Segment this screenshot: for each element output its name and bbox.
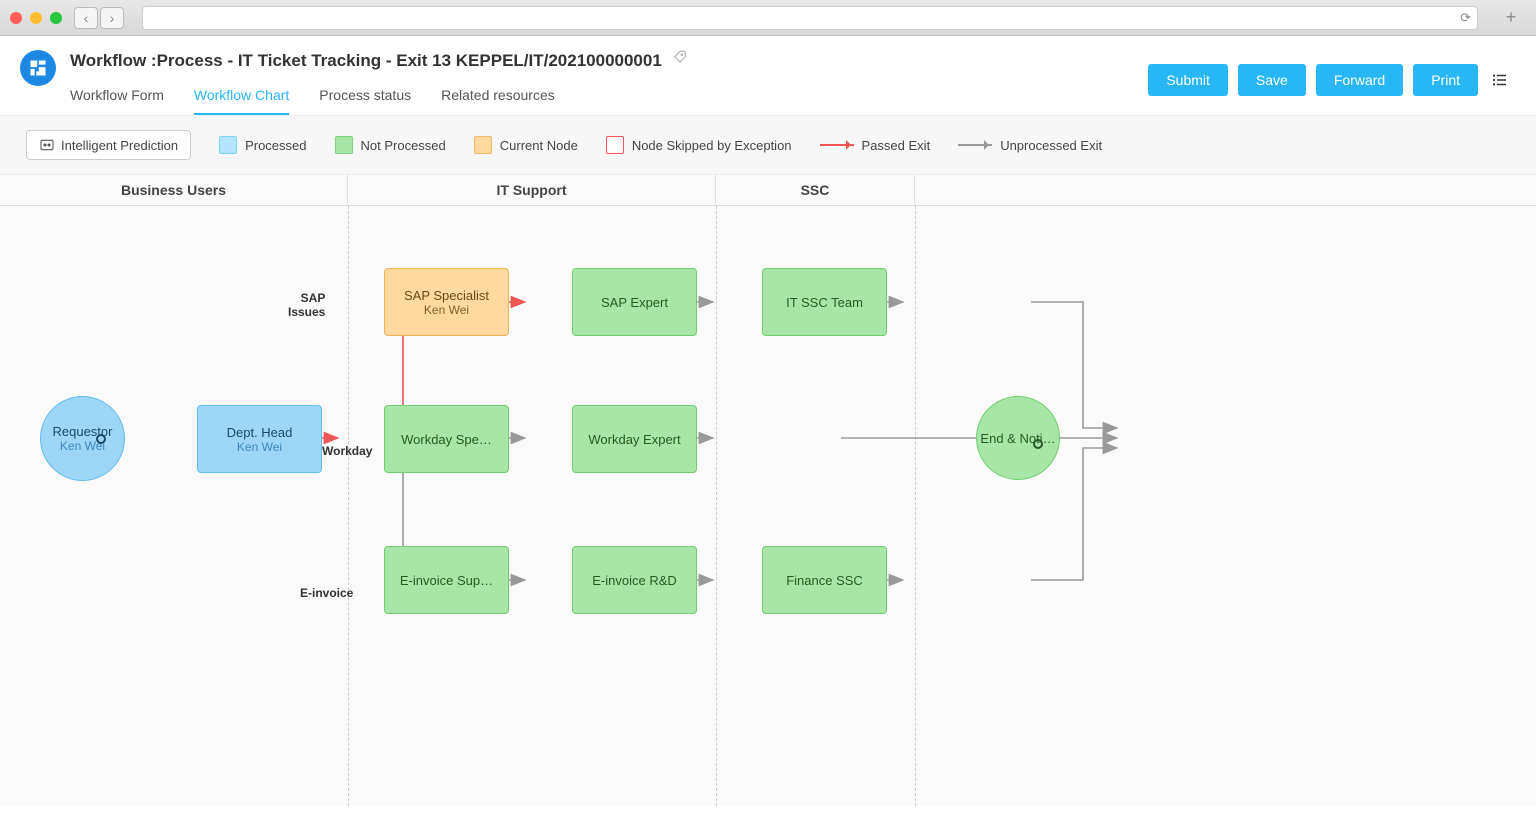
lane-business-users: Business Users [0, 175, 348, 205]
node-sap-expert[interactable]: SAP Expert [572, 268, 697, 336]
node-finance-ssc[interactable]: Finance SSC [762, 546, 887, 614]
start-indicator-icon [96, 434, 106, 444]
node-einvoice-rd[interactable]: E-invoice R&D [572, 546, 697, 614]
node-label: SAP Expert [601, 295, 668, 310]
app-logo [20, 50, 56, 86]
swatch-current [474, 136, 492, 154]
node-sap-specialist[interactable]: SAP Specialist Ken Wei [384, 268, 509, 336]
node-label: IT SSC Team [786, 295, 863, 310]
tab-process-status[interactable]: Process status [319, 81, 411, 115]
tab-related-resources[interactable]: Related resources [441, 81, 555, 115]
legend-bar: Intelligent Prediction Processed Not Pro… [0, 116, 1536, 175]
node-label: SAP Specialist [404, 288, 489, 303]
legend-not-processed: Not Processed [335, 136, 446, 154]
browser-chrome: ‹ › ⟳ + [0, 0, 1536, 36]
edge-label-einvoice: E-invoice [300, 586, 353, 600]
tabs: Workflow Form Workflow Chart Process sta… [70, 81, 1148, 115]
prediction-icon [39, 137, 55, 153]
list-view-icon[interactable] [1488, 68, 1512, 92]
node-label: End & Noti… [980, 431, 1055, 446]
lane-it-support: IT Support [348, 175, 716, 205]
submit-button[interactable]: Submit [1148, 64, 1228, 96]
close-window-dot[interactable] [10, 12, 22, 24]
tab-workflow-chart[interactable]: Workflow Chart [194, 81, 289, 115]
minimize-window-dot[interactable] [30, 12, 42, 24]
node-it-ssc[interactable]: IT SSC Team [762, 268, 887, 336]
header-actions: Submit Save Forward Print [1148, 64, 1512, 96]
print-button[interactable]: Print [1413, 64, 1478, 96]
lane-divider [348, 206, 349, 806]
legend-passed-exit: Passed Exit [820, 138, 931, 153]
node-dept-head[interactable]: Dept. Head Ken Wei [197, 405, 322, 473]
swatch-processed [219, 136, 237, 154]
edge-label-sap: SAP Issues [288, 291, 325, 319]
legend-unprocessed-exit: Unprocessed Exit [958, 138, 1102, 153]
new-tab-button[interactable]: + [1496, 7, 1526, 28]
node-workday-expert[interactable]: Workday Expert [572, 405, 697, 473]
legend-current: Current Node [474, 136, 578, 154]
node-label: E-invoice R&D [592, 573, 677, 588]
swimlane-header: Business Users IT Support SSC [0, 175, 1536, 206]
edge-label-workday: Workday [322, 444, 372, 458]
lane-ssc: SSC [716, 175, 915, 205]
node-label: Dept. Head [227, 425, 293, 440]
lane-divider [915, 206, 916, 806]
end-indicator-icon [1033, 439, 1043, 449]
app-header: Workflow :Process - IT Ticket Tracking -… [0, 36, 1536, 116]
node-label: Finance SSC [786, 573, 863, 588]
forward-button[interactable]: Forward [1316, 64, 1403, 96]
lane-divider [716, 206, 717, 806]
swatch-not-processed [335, 136, 353, 154]
swatch-skipped [606, 136, 624, 154]
node-sublabel: Ken Wei [237, 440, 282, 454]
tab-workflow-form[interactable]: Workflow Form [70, 81, 164, 115]
legend-skipped: Node Skipped by Exception [606, 136, 792, 154]
node-end[interactable]: End & Noti… [976, 396, 1060, 480]
node-requestor[interactable]: Requestor Ken Wei [40, 396, 125, 481]
prediction-label: Intelligent Prediction [61, 138, 178, 153]
node-workday-specialist[interactable]: Workday Spe… [384, 405, 509, 473]
lane-spacer [915, 175, 1536, 205]
tag-icon[interactable] [672, 50, 688, 71]
forward-button[interactable]: › [100, 7, 124, 29]
page-title: Workflow :Process - IT Ticket Tracking -… [70, 51, 662, 71]
node-einvoice-sup[interactable]: E-invoice Sup… [384, 546, 509, 614]
address-bar[interactable]: ⟳ [142, 6, 1478, 30]
intelligent-prediction-button[interactable]: Intelligent Prediction [26, 130, 191, 160]
save-button[interactable]: Save [1238, 64, 1306, 96]
node-label: Workday Expert [588, 432, 680, 447]
back-button[interactable]: ‹ [74, 7, 98, 29]
legend-processed: Processed [219, 136, 306, 154]
node-sublabel: Ken Wei [424, 303, 469, 317]
workflow-chart: SAP Issues Workday E-invoice Requestor K… [0, 206, 1536, 806]
node-label: Workday Spe… [401, 432, 492, 447]
arrow-unprocessed-icon [958, 144, 992, 146]
node-label: E-invoice Sup… [400, 573, 493, 588]
refresh-icon[interactable]: ⟳ [1460, 10, 1471, 26]
arrow-passed-icon [820, 144, 854, 146]
maximize-window-dot[interactable] [50, 12, 62, 24]
